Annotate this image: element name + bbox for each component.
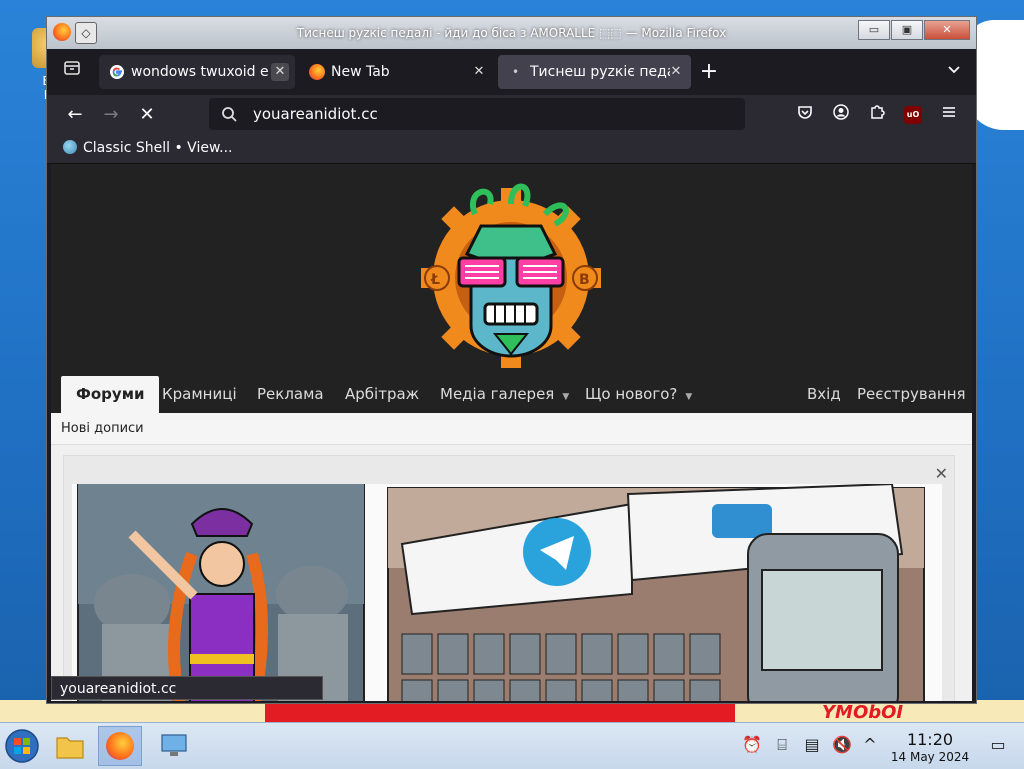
firefox-view-icon — [64, 61, 80, 75]
chevron-down-icon[interactable]: ▼ — [562, 392, 569, 402]
tab-google-search[interactable]: wondows twuxoid e ✕ — [99, 55, 295, 89]
nav-whats-new[interactable]: Що нового? ▼ — [585, 376, 692, 413]
chevron-down-icon[interactable]: ▼ — [685, 392, 692, 402]
close-tab-button[interactable]: ✕ — [271, 63, 289, 81]
pocket-button[interactable] — [791, 101, 819, 129]
svg-text:Ł: Ł — [430, 272, 440, 288]
banner-images — [72, 482, 942, 701]
tab-label: wondows twuxoid e — [131, 64, 269, 80]
register-link[interactable]: Реєстрування — [857, 376, 966, 413]
volume-muted-icon[interactable]: 🔇 — [832, 735, 852, 755]
clock-date: 14 May 2024 — [890, 750, 970, 764]
maximize-button[interactable]: ▣ — [891, 20, 923, 40]
close-tab-button[interactable]: ✕ — [667, 63, 685, 81]
tab-bar: wondows twuxoid e ✕ New Tab ✕ • Тиснеш р… — [47, 49, 976, 95]
tab-label: New Tab — [331, 64, 390, 80]
sub-navigation: Нові дописи — [51, 413, 972, 445]
minimize-button[interactable]: ▭ — [858, 20, 890, 40]
puzzle-icon — [871, 105, 885, 119]
loading-indicator: • — [512, 65, 520, 79]
usb-device-icon[interactable]: ⌸ — [772, 735, 792, 755]
url-text: youareanidiot.cc — [253, 105, 378, 123]
banner-illustration — [77, 482, 925, 701]
close-window-button[interactable]: ✕ — [924, 20, 970, 40]
site-navigation: Форуми Крамниці Реклама Арбітраж Медіа г… — [51, 376, 972, 413]
svg-text:B: B — [579, 272, 590, 288]
firefox-window: ◇ Тиснеш рyzкіє пeдaлі - йди до біса з A… — [46, 16, 977, 704]
bookmarks-toolbar: Classic Shell • View... — [47, 135, 976, 164]
page-content: Ł B Форуми Крамниці Реклама Арбітраж Мед… — [51, 164, 972, 701]
list-all-tabs-button[interactable] — [942, 61, 966, 85]
taskbar: ⏰ ⌸ ▤ 🔇 ^ 11:20 14 May 2024 ▭ — [0, 722, 1024, 769]
firefox-icon — [309, 64, 325, 80]
clipboard-icon[interactable]: ▤ — [802, 735, 822, 755]
nav-label: Що нового? — [585, 385, 678, 403]
bookmark-label: Classic Shell • View... — [83, 140, 233, 156]
bookmark-classic-shell[interactable]: Classic Shell • View... — [63, 140, 232, 156]
nav-advertising[interactable]: Реклама — [257, 376, 324, 413]
computer-icon — [161, 734, 187, 756]
forward-button[interactable]: → — [97, 101, 125, 129]
window-controls: ▭ ▣ ✕ — [857, 20, 970, 40]
banner-close-button[interactable]: ✕ — [935, 464, 948, 483]
google-icon — [110, 65, 124, 79]
pocket-icon — [798, 106, 812, 119]
tab-label: Тиснеш рyzкіє пeда — [530, 64, 670, 80]
hamburger-icon — [943, 107, 955, 117]
nav-media-gallery[interactable]: Медіа галерея ▼ — [440, 376, 569, 413]
firefox-view-button[interactable] — [57, 57, 87, 87]
taskbar-control-panel[interactable] — [152, 726, 196, 766]
site-header: Ł B — [51, 164, 972, 376]
chevron-down-icon — [948, 66, 960, 74]
navigation-toolbar: ← → ✕ youareanidiot.cc uO — [47, 95, 976, 135]
ublock-origin-button[interactable]: uO — [904, 106, 922, 124]
site-logo[interactable]: Ł B — [415, 174, 607, 370]
login-link[interactable]: Вхід — [807, 376, 841, 413]
nav-forums[interactable]: Форуми — [61, 376, 160, 413]
nav-label: Медіа галерея — [440, 385, 555, 403]
nav-shops[interactable]: Крамниці — [162, 376, 237, 413]
extensions-button[interactable] — [863, 101, 891, 129]
window-title: Тиснеш рyzкіє пeдaлі - йди до біса з AMO… — [296, 26, 727, 40]
clock[interactable]: 11:20 14 May 2024 — [886, 731, 974, 765]
title-bar[interactable]: ◇ Тиснеш рyzкіє пeдaлі - йди до біса з A… — [47, 17, 976, 49]
new-tab-button[interactable]: + — [697, 61, 721, 85]
tab-new-tab[interactable]: New Tab ✕ — [299, 55, 494, 89]
app-menu-button[interactable] — [935, 101, 963, 129]
stop-button[interactable]: ✕ — [133, 101, 161, 129]
taskbar-file-explorer[interactable] — [48, 726, 92, 766]
show-desktop-icon[interactable]: ▭ — [988, 735, 1008, 755]
wallpaper-text: YMObOI — [822, 702, 904, 722]
status-bar-url: youareanidiot.cc — [51, 676, 323, 700]
robot-gear-logo-icon: Ł B — [421, 183, 601, 368]
alarm-icon[interactable]: ⏰ — [742, 735, 762, 755]
firefox-icon — [106, 732, 134, 760]
promo-banner: ✕ — [63, 455, 955, 701]
tray-expand-icon[interactable]: ^ — [860, 735, 880, 755]
start-button[interactable] — [0, 726, 44, 766]
clock-time: 11:20 — [906, 730, 954, 749]
nav-arbitrage[interactable]: Арбітраж — [345, 376, 419, 413]
tab-active-forum[interactable]: • Тиснеш рyzкіє пeда ✕ — [498, 55, 691, 89]
taskbar-firefox[interactable] — [98, 726, 142, 766]
close-tab-button[interactable]: ✕ — [470, 63, 488, 81]
back-button[interactable]: ← — [61, 101, 89, 129]
windows-start-orb-icon — [5, 729, 39, 763]
account-button[interactable] — [827, 101, 855, 129]
url-bar[interactable]: youareanidiot.cc — [209, 98, 745, 130]
globe-icon — [63, 140, 77, 154]
folder-icon — [56, 737, 84, 759]
new-posts-link[interactable]: Нові дописи — [61, 421, 144, 436]
account-icon — [833, 104, 849, 120]
